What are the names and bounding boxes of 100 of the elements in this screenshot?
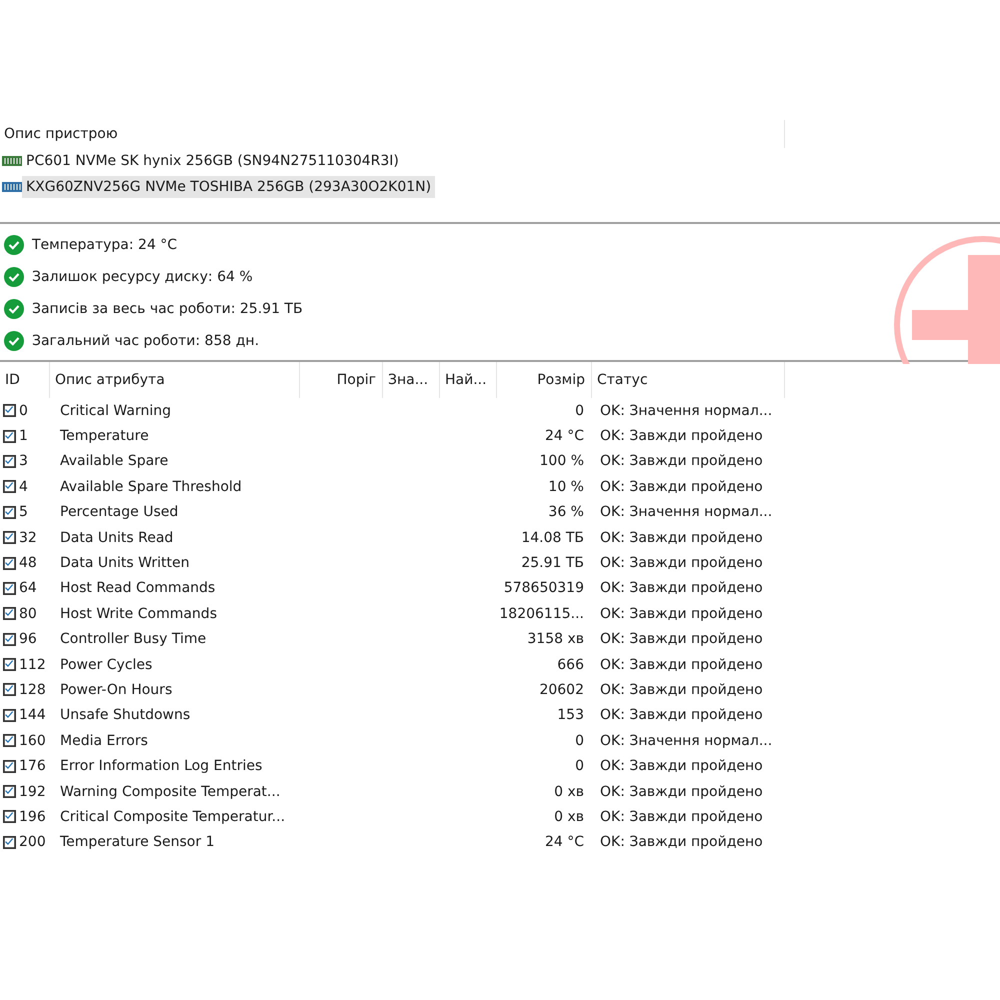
column-header[interactable]: Статус <box>592 362 785 398</box>
checkbox[interactable] <box>3 708 16 722</box>
table-cell-text: Critical Composite Temperatur... <box>59 808 286 825</box>
table-cell: 200 <box>19 834 46 850</box>
checkbox[interactable] <box>3 632 16 646</box>
table-cell-text: Controller Busy Time <box>59 631 208 648</box>
table-cell: 4 <box>19 478 28 495</box>
table-cell-text: Available Spare <box>59 453 170 470</box>
device-item[interactable]: PC601 NVMe SK hynix 256GB (SN94N275110304R3I) <box>0 148 1000 174</box>
table-cell-text: OK: Завжди пройдено <box>599 580 764 596</box>
checkbox[interactable] <box>3 658 16 672</box>
check-circle-icon <box>4 299 24 319</box>
checkbox[interactable] <box>3 430 16 443</box>
checkbox[interactable] <box>3 531 16 544</box>
checkbox[interactable] <box>3 836 16 849</box>
column-header[interactable]: Опис пристрою <box>0 120 785 148</box>
table-cell-text: Unsafe Shutdowns <box>59 707 192 724</box>
column-header[interactable]: Розмір <box>497 362 592 398</box>
table-cell-text: Percentage Used <box>59 504 180 520</box>
table-cell-text: OK: Завжди пройдено <box>599 707 764 724</box>
table-cell-text: OK: Завжди пройдено <box>599 606 764 622</box>
summary-text: Температура: 24 °C <box>32 237 178 253</box>
checkbox[interactable] <box>3 785 16 798</box>
table-cell-text: Power-On Hours <box>59 682 174 698</box>
table-cell-text: 0 <box>574 732 585 749</box>
table-cell-text: Data Units Written <box>59 555 190 572</box>
table-cell-text: OK: Завжди пройдено <box>599 478 764 495</box>
table-cell-text: OK: Значення нормал... <box>599 402 774 419</box>
table-cell-text: 20602 <box>538 682 585 698</box>
device-item[interactable]: KXG60ZNV256G NVMe TOSHIBA 256GB (293A30O2K01N) <box>0 174 1000 200</box>
table-cell: 1 <box>19 428 28 444</box>
table-cell-text: 24 °C <box>544 834 585 850</box>
column-header[interactable]: Зна... <box>383 362 440 398</box>
table-cell: 176 <box>19 758 46 774</box>
checkbox[interactable] <box>3 760 16 773</box>
table-cell-text: OK: Завжди пройдено <box>599 555 764 572</box>
table-cell: 0 <box>19 402 28 419</box>
table-cell-text: Media Errors <box>59 732 149 749</box>
table-cell-text: OK: Завжди пройдено <box>599 428 764 444</box>
table-cell: 144 <box>19 707 46 724</box>
column-header[interactable]: Поріг <box>300 362 383 398</box>
table-cell-text: 18206115... <box>498 606 585 622</box>
check-circle-icon <box>4 267 24 287</box>
checkbox[interactable] <box>3 607 16 620</box>
table-cell-text: OK: Завжди пройдено <box>599 834 764 850</box>
column-header[interactable]: Най... <box>440 362 497 398</box>
table-cell-text: OK: Значення нормал... <box>599 732 774 749</box>
table-cell: 128 <box>19 682 46 698</box>
column-header[interactable]: Опис атрибута <box>50 362 300 398</box>
check-circle-icon <box>4 235 24 255</box>
table-cell-text: Critical Warning <box>59 402 172 419</box>
summary-text: Записів за весь час роботи: 25.91 ТБ <box>32 301 303 317</box>
table-cell-text: 0 <box>574 402 585 419</box>
table-cell: 3 <box>19 453 28 470</box>
column-header[interactable]: ID <box>0 362 50 398</box>
table-cell: 196 <box>19 808 46 825</box>
table-cell-text: OK: Завжди пройдено <box>599 656 764 673</box>
summary-text: Залишок ресурсу диску: 64 % <box>32 269 253 285</box>
table-cell-text: 10 % <box>547 478 585 495</box>
table-cell-text: 36 % <box>547 504 585 520</box>
checkbox[interactable] <box>3 556 16 570</box>
table-cell-text: 0 хв <box>553 784 585 800</box>
checkbox[interactable] <box>3 683 16 696</box>
table-cell-text: Available Spare Threshold <box>59 478 243 495</box>
table-cell: 160 <box>19 732 46 749</box>
table-cell-text: 0 хв <box>553 808 585 825</box>
table-cell: 96 <box>19 631 37 648</box>
table-cell-text: 578650319 <box>502 580 585 596</box>
table-cell-text: 14.08 ТБ <box>520 530 585 546</box>
table-cell-text: Power Cycles <box>59 656 154 673</box>
table-cell: 5 <box>19 504 28 520</box>
table-cell-text: OK: Завжди пройдено <box>599 631 764 648</box>
table-cell: 48 <box>19 555 37 572</box>
table-cell-text: OK: Значення нормал... <box>599 504 774 520</box>
table-cell-text: 25.91 ТБ <box>520 555 585 572</box>
table-cell-text: OK: Завжди пройдено <box>599 530 764 546</box>
table-cell-text: Data Units Read <box>59 530 174 546</box>
table-cell-text: 153 <box>556 707 585 724</box>
table-cell: 32 <box>19 530 37 546</box>
table-cell: 112 <box>19 656 46 673</box>
checkbox[interactable] <box>3 582 16 595</box>
table-cell: 192 <box>19 784 46 800</box>
table-cell-text: Temperature <box>59 428 150 444</box>
table-cell-text: Temperature Sensor 1 <box>59 834 216 850</box>
checkbox[interactable] <box>3 454 16 468</box>
table-cell-text: OK: Завжди пройдено <box>599 453 764 470</box>
checkbox[interactable] <box>3 810 16 824</box>
table-cell-text: OK: Завжди пройдено <box>599 682 764 698</box>
checkbox[interactable] <box>3 734 16 748</box>
table-cell-text: 3158 хв <box>526 631 585 648</box>
summary-text: Загальний час роботи: 858 дн. <box>32 333 260 349</box>
table-cell-text: Warning Composite Temperat... <box>59 784 282 800</box>
table-cell-text: OK: Завжди пройдено <box>599 758 764 774</box>
table-cell-text: Host Read Commands <box>59 580 216 596</box>
table-cell: 64 <box>19 580 37 596</box>
table-cell-text: Error Information Log Entries <box>59 758 264 774</box>
checkbox[interactable] <box>3 480 16 494</box>
checkbox[interactable] <box>3 404 16 418</box>
checkbox[interactable] <box>3 506 16 519</box>
table-cell-text: Host Write Commands <box>59 606 218 622</box>
